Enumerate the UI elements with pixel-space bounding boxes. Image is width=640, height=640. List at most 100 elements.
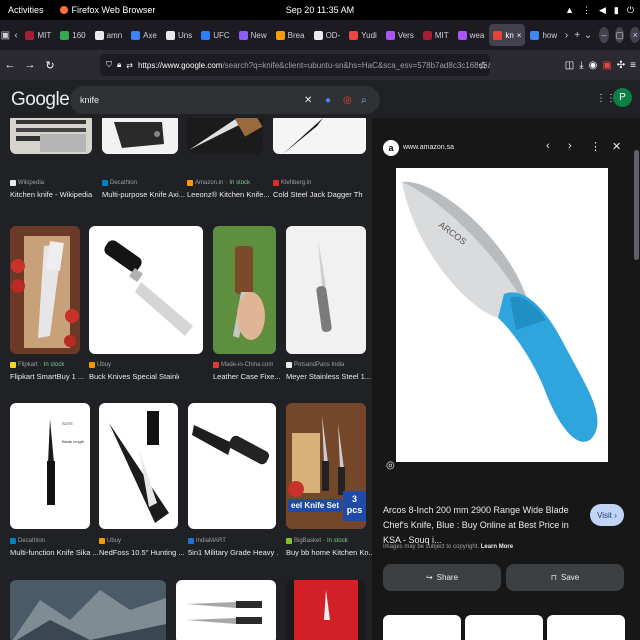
related-thumbnail[interactable]: [547, 615, 625, 640]
previous-result-icon[interactable]: ‹: [546, 140, 550, 152]
browser-tab[interactable]: Yudi: [345, 24, 381, 46]
browser-tab[interactable]: MIT: [21, 24, 55, 46]
result-source[interactable]: Made-in-China.com: [213, 362, 273, 368]
result-title[interactable]: Multi-function Knife Sika ...: [10, 548, 100, 557]
result-thumbnail[interactable]: [188, 403, 276, 529]
preview-image[interactable]: ARCOS: [396, 168, 608, 462]
more-options-icon[interactable]: ⋮: [590, 140, 601, 153]
result-source[interactable]: Decathlon: [10, 538, 45, 544]
lock-icon[interactable]: 🔒︎: [117, 60, 121, 70]
avatar[interactable]: P: [613, 88, 632, 107]
result-source[interactable]: BigBasket · In stock: [286, 538, 348, 544]
share-button[interactable]: ↪ Share: [383, 564, 501, 591]
result-source[interactable]: Wikipedia: [10, 180, 44, 186]
permissions-icon[interactable]: ⇄: [126, 61, 133, 70]
next-result-icon[interactable]: ›: [568, 140, 572, 152]
related-thumbnail[interactable]: [383, 615, 461, 640]
preview-domain[interactable]: www.amazon.sa: [403, 144, 454, 151]
mic-icon[interactable]: ●: [325, 95, 331, 106]
result-thumbnail[interactable]: [99, 403, 178, 529]
result-source[interactable]: Amazon.in · In stock: [187, 180, 250, 186]
result-title[interactable]: Buy bb home Kitchen Kn...: [286, 548, 372, 557]
lens-search-icon[interactable]: ◎: [386, 460, 395, 471]
result-source[interactable]: Ubuy: [89, 362, 111, 368]
result-source[interactable]: Ubuy: [99, 538, 121, 544]
close-window-icon[interactable]: ×: [630, 27, 640, 43]
tab-list-icon[interactable]: ▣: [0, 30, 11, 41]
result-title[interactable]: Flipkart SmartBuy 1 ...: [10, 372, 100, 381]
extension-icon[interactable]: ▣: [602, 60, 611, 71]
result-thumbnail[interactable]: [10, 580, 166, 640]
minimize-icon[interactable]: –: [599, 27, 609, 43]
result-thumbnail[interactable]: eel Knife Set 3 pcs: [286, 403, 366, 529]
new-tab-icon[interactable]: +: [572, 30, 583, 41]
result-source[interactable]: Klehberg.in: [273, 180, 311, 186]
browser-tab[interactable]: Uns: [162, 24, 196, 46]
result-thumbnail[interactable]: [273, 118, 366, 154]
search-input[interactable]: knife: [80, 95, 99, 105]
result-thumbnail[interactable]: SOTE Blade length: [10, 403, 90, 529]
menu-icon[interactable]: ≡: [630, 60, 636, 71]
result-thumbnail[interactable]: [213, 226, 276, 354]
result-title[interactable]: Leeonz® Kitchen Knife...: [187, 190, 277, 199]
browser-tab[interactable]: Axe: [127, 24, 161, 46]
google-logo[interactable]: Google: [11, 89, 70, 111]
result-title[interactable]: Kitchen knife - Wikipedia: [10, 190, 100, 199]
result-thumbnail[interactable]: [187, 118, 263, 154]
browser-tab[interactable]: kn ×: [489, 24, 526, 46]
result-title[interactable]: NedFoss 10.5" Hunting ...: [99, 548, 189, 557]
result-thumbnail[interactable]: [176, 580, 276, 640]
close-tab-icon[interactable]: ×: [517, 31, 522, 40]
app-menu[interactable]: Firefox Web Browser: [59, 5, 155, 15]
activities-button[interactable]: Activities: [8, 5, 44, 15]
lens-icon[interactable]: ◎: [343, 95, 352, 106]
scroll-tabs-left-icon[interactable]: ‹: [11, 30, 22, 41]
browser-tab[interactable]: Vers: [382, 24, 418, 46]
result-source[interactable]: Flipkart · In stock: [10, 362, 64, 368]
related-thumbnail[interactable]: [465, 615, 543, 640]
result-source[interactable]: PotsandPans India: [286, 362, 344, 368]
search-icon[interactable]: ⌕: [361, 95, 367, 106]
tab-overflow-icon[interactable]: ⌄: [583, 30, 594, 41]
browser-tab[interactable]: UFC: [197, 24, 233, 46]
browser-tab[interactable]: wea: [454, 24, 489, 46]
back-icon[interactable]: ←: [0, 59, 20, 71]
reload-icon[interactable]: ↻: [40, 59, 60, 72]
url-bar[interactable]: ⛉ 🔒︎ ⇄ https://www.google.com/search?q=k…: [100, 54, 490, 76]
browser-tab[interactable]: 160: [56, 24, 89, 46]
result-title[interactable]: Cold Steel Jack Dagger Thro...: [273, 190, 363, 199]
scroll-tabs-right-icon[interactable]: ›: [561, 30, 572, 41]
search-box[interactable]: knife ✕ ● ◎ ⌕: [70, 86, 380, 114]
visit-button[interactable]: Visit ›: [590, 504, 624, 526]
forward-icon[interactable]: →: [20, 59, 40, 71]
result-title[interactable]: Buck Knives Special Stainless Steel ...: [89, 372, 179, 381]
result-thumbnail[interactable]: [102, 118, 178, 154]
browser-tab[interactable]: New: [235, 24, 271, 46]
system-tray[interactable]: ▲ ⋮ ◀ ▮ ⏻: [565, 5, 634, 16]
result-thumbnail[interactable]: [10, 226, 80, 354]
result-title[interactable]: 5in1 Military Grade Heavy ...: [188, 548, 278, 557]
result-source[interactable]: IndiaMART: [188, 538, 226, 544]
browser-tab[interactable]: Brea: [272, 24, 309, 46]
account-icon[interactable]: ◉: [589, 60, 598, 71]
result-title[interactable]: Multi-purpose Knife Axi...: [102, 190, 192, 199]
browser-tab[interactable]: how: [526, 24, 561, 46]
bookmark-star-icon[interactable]: ☆: [478, 59, 488, 72]
result-thumbnail[interactable]: [89, 226, 203, 354]
download-icon[interactable]: ⤓: [579, 60, 583, 71]
result-thumbnail[interactable]: [286, 580, 366, 640]
clear-icon[interactable]: ✕: [304, 95, 312, 106]
extensions-puzzle-icon[interactable]: ✣: [617, 60, 625, 71]
result-thumbnail[interactable]: [286, 226, 366, 354]
result-source[interactable]: Decathlon: [102, 180, 137, 186]
preview-title[interactable]: Arcos 8-Inch 200 mm 2900 Range Wide Blad…: [383, 503, 588, 548]
learn-more-link[interactable]: Learn More: [481, 544, 513, 550]
save-button[interactable]: ⊓ Save: [506, 564, 624, 591]
shield-icon[interactable]: ⛉: [106, 60, 112, 70]
browser-tab[interactable]: OD-: [310, 24, 345, 46]
pocket-icon[interactable]: ◫: [565, 60, 574, 71]
result-thumbnail[interactable]: [10, 118, 92, 154]
result-title[interactable]: Meyer Stainless Steel 1...: [286, 372, 372, 381]
close-preview-icon[interactable]: ✕: [612, 140, 621, 153]
maximize-icon[interactable]: ▢: [614, 27, 625, 43]
